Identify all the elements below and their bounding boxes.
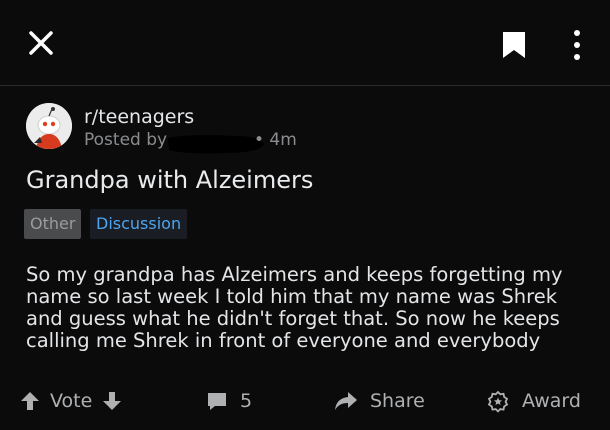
post-body: So my grandpa has Alzeimers and keeps fo…	[26, 264, 586, 352]
comments-button[interactable]: 5	[206, 380, 252, 422]
vote-label: Vote	[50, 390, 93, 412]
post-time: • 4m	[254, 130, 297, 150]
share-button[interactable]: Share	[334, 380, 425, 422]
post-body-line: calling me Shrek in front of everyone an…	[26, 329, 541, 352]
award-icon	[487, 390, 509, 413]
flair-other[interactable]: Other	[24, 209, 82, 239]
comment-count: 5	[240, 390, 253, 412]
upvote-icon[interactable]	[20, 390, 40, 412]
comment-icon	[208, 393, 226, 410]
subreddit-name[interactable]: r/teenagers	[84, 106, 194, 128]
close-icon	[29, 31, 53, 55]
more-options-button[interactable]	[565, 28, 589, 62]
flair-discussion[interactable]: Discussion	[90, 209, 188, 239]
subreddit-avatar[interactable]	[26, 103, 72, 149]
redacted-username	[168, 135, 264, 154]
award-button[interactable]: Award	[486, 380, 581, 422]
downvote-icon[interactable]	[102, 390, 122, 412]
share-icon	[335, 392, 357, 410]
post-action-bar: Vote 5 Share Award	[0, 380, 610, 422]
bookmark-icon	[503, 32, 525, 58]
bookmark-button[interactable]	[500, 30, 528, 60]
award-label: Award	[522, 390, 581, 412]
snoo-avatar-icon	[26, 103, 72, 149]
close-button[interactable]	[26, 28, 56, 58]
post-title[interactable]: Grandpa with Alzeimers	[26, 166, 313, 194]
post-body-line: So my grandpa has Alzeimers and keeps fo…	[26, 263, 563, 286]
more-vertical-icon	[574, 30, 580, 60]
share-label: Share	[370, 390, 425, 412]
posted-by-label: Posted by	[84, 130, 168, 150]
top-bar	[0, 0, 610, 86]
post-body-line: and guess what he didn't forget that. So…	[26, 307, 560, 330]
vote-control: Vote	[20, 380, 122, 422]
post-body-line: name so last week I told him that my nam…	[26, 285, 557, 308]
